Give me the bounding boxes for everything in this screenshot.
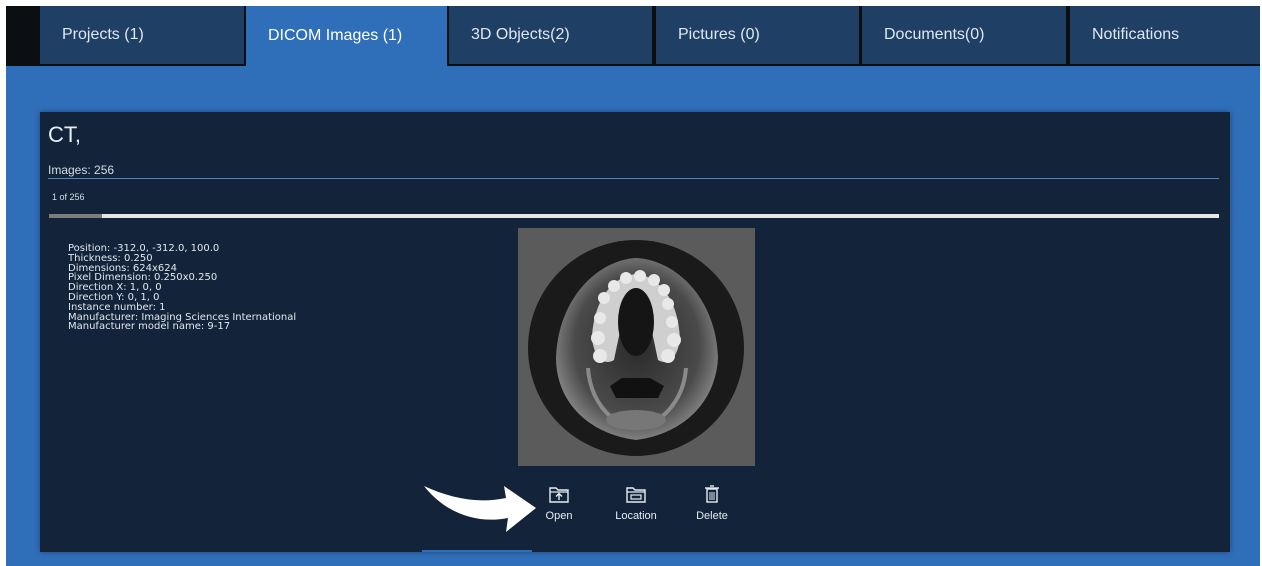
ct-slice-image[interactable] (518, 228, 755, 466)
series-title: CT, (48, 122, 81, 147)
tab-label: Pictures (0) (678, 26, 760, 43)
images-count: Images: 256 (48, 163, 115, 177)
tab-label: Projects (1) (62, 26, 144, 43)
tab-documents[interactable]: Documents(0) (862, 6, 1066, 64)
location-label: Location (615, 510, 657, 522)
tab-bar: Projects (1) DICOM Images (1) 3D Objects… (6, 6, 1260, 66)
tab-label: Notifications (1092, 26, 1180, 43)
open-button[interactable]: Open (529, 484, 589, 522)
open-label: Open (545, 510, 573, 522)
divider (48, 178, 1219, 179)
tab-label: 3D Objects(2) (471, 26, 570, 43)
tab-projects[interactable]: Projects (1) (40, 6, 244, 64)
tab-pictures[interactable]: Pictures (0) (656, 6, 859, 64)
slice-slider[interactable] (49, 214, 1219, 218)
tab-3d-objects[interactable]: 3D Objects(2) (449, 6, 652, 64)
info-manufacturer-model: Manufacturer model name: 9-17 (68, 321, 231, 333)
tab-label: Documents(0) (884, 26, 985, 43)
location-button[interactable]: Location (606, 484, 666, 522)
tab-dicom-images[interactable]: DICOM Images (1) (246, 6, 447, 66)
dicom-info: Position: -312.0, -312.0, 100.0 Thicknes… (68, 244, 296, 332)
folder-location-icon (626, 487, 646, 503)
slice-indicator: 1 of 256 (52, 192, 85, 202)
folder-open-icon (549, 487, 569, 503)
slice-slider-fill (49, 214, 102, 218)
delete-label: Delete (696, 510, 728, 522)
focus-indicator (422, 550, 532, 552)
action-bar: Open Location Delete (40, 484, 1230, 544)
delete-button[interactable]: Delete (682, 484, 742, 522)
dicom-series-panel: CT, Images: 256 1 of 256 Position: -312.… (40, 112, 1230, 552)
tab-label: DICOM Images (1) (268, 27, 403, 44)
app-frame: Projects (1) DICOM Images (1) 3D Objects… (6, 6, 1260, 566)
trash-icon (705, 485, 719, 503)
tab-notifications[interactable]: Notifications (1070, 6, 1260, 64)
